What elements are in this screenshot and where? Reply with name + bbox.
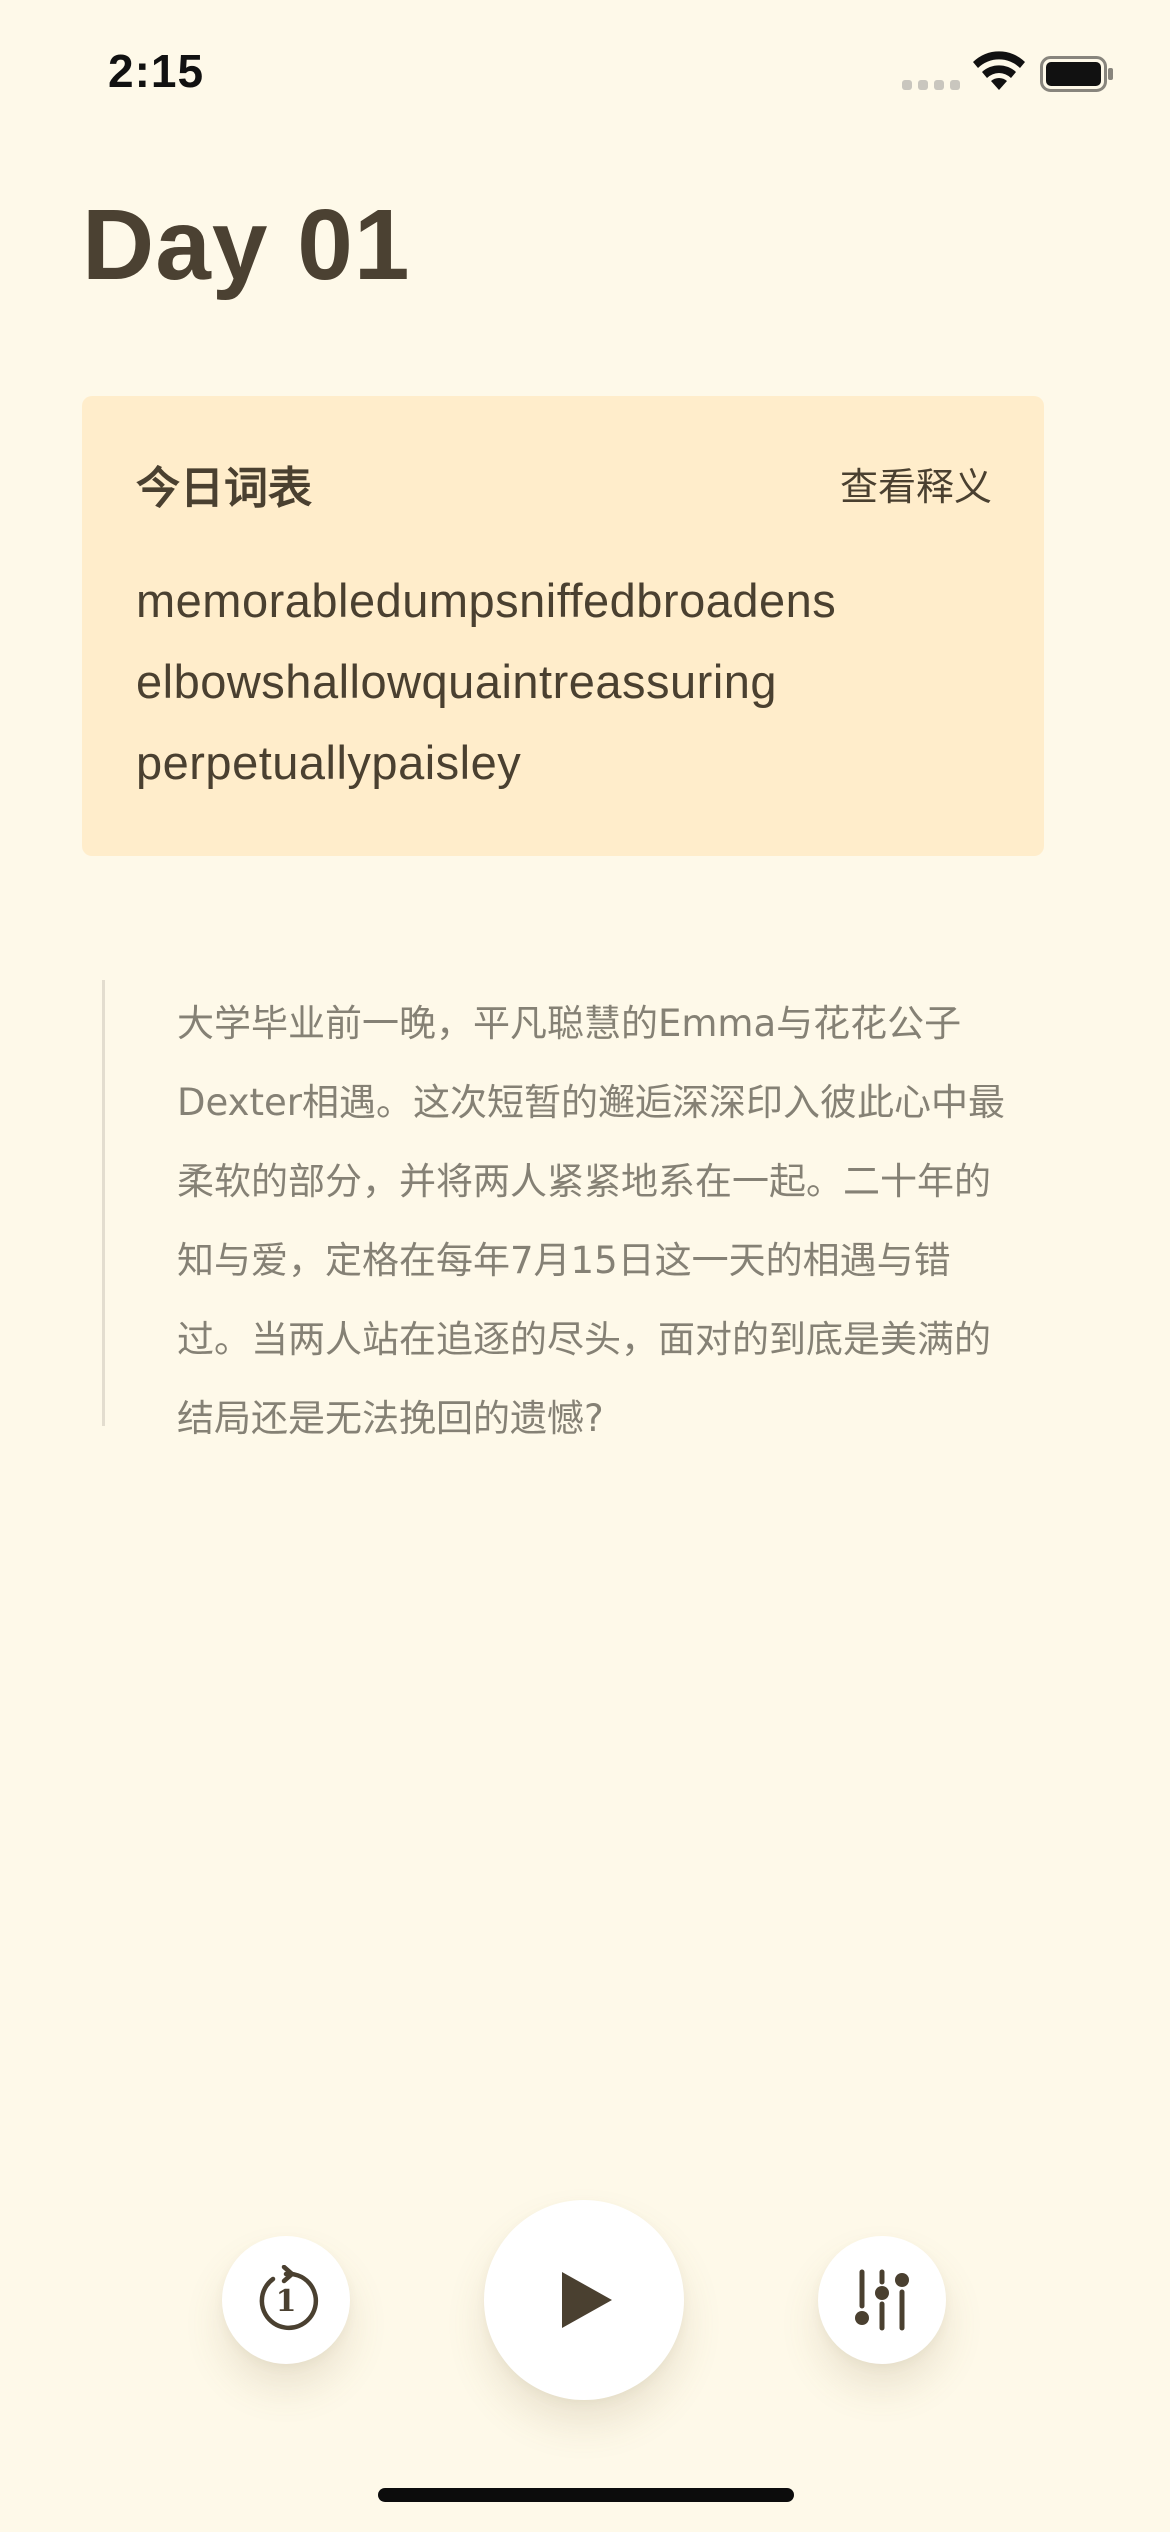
story-line: 过。当两人站在追逐的尽头，面对的到底是美满的 bbox=[177, 1318, 991, 1361]
home-indicator[interactable] bbox=[378, 2488, 794, 2502]
word-list: memorabledumpsniffedbroadens elbowshallo… bbox=[136, 560, 996, 803]
story-line: 知与爱，定格在每年7月15日这一天的相遇与错 bbox=[177, 1239, 951, 1282]
word-list-card: 今日词表 查看释义 memorabledumpsniffedbroadens e… bbox=[82, 396, 1044, 856]
story-quote: 大学毕业前一晚，平凡聪慧的Emma与花花公子 Dexter相遇。这次短暂的邂逅深… bbox=[102, 980, 1049, 1440]
sliders-icon bbox=[855, 2269, 909, 2331]
word-line: perpetuallypaisley bbox=[136, 736, 522, 789]
story-line: 柔软的部分，并将两人紧紧地系在一起。二十年的 bbox=[177, 1160, 991, 1203]
word-line: memorabledumpsniffedbroadens bbox=[136, 574, 837, 627]
wifi-icon bbox=[973, 51, 1025, 90]
view-definitions-link[interactable]: 查看释义 bbox=[840, 456, 992, 511]
status-time: 2:15 bbox=[108, 45, 205, 97]
word-list-title: 今日词表 bbox=[136, 463, 312, 514]
story-line: 大学毕业前一晚，平凡聪慧的Emma与花花公子 bbox=[177, 1002, 962, 1045]
story-line: 结局还是无法挽回的遗憾? bbox=[177, 1397, 604, 1440]
word-line: elbowshallowquaintreassuring bbox=[136, 655, 778, 708]
story-text: 大学毕业前一晚，平凡聪慧的Emma与花花公子 Dexter相遇。这次短暂的邂逅深… bbox=[177, 984, 1047, 1458]
cellular-signal-icon bbox=[902, 80, 960, 90]
page-title: Day 01 bbox=[82, 189, 411, 301]
story-line: Dexter相遇。这次短暂的邂逅深深印入彼此心中最 bbox=[177, 1081, 1005, 1124]
replay-number: 1 bbox=[276, 2284, 297, 2319]
status-bar: 2:15 bbox=[0, 0, 1170, 150]
replay-1-icon: 1 bbox=[259, 2265, 319, 2331]
playback-controls: 1 bbox=[0, 2190, 1170, 2420]
play-icon bbox=[562, 2272, 612, 2328]
settings-button[interactable] bbox=[818, 2236, 946, 2364]
play-button[interactable] bbox=[484, 2200, 684, 2400]
battery-icon bbox=[1040, 56, 1113, 92]
replay-button[interactable]: 1 bbox=[222, 2236, 350, 2364]
